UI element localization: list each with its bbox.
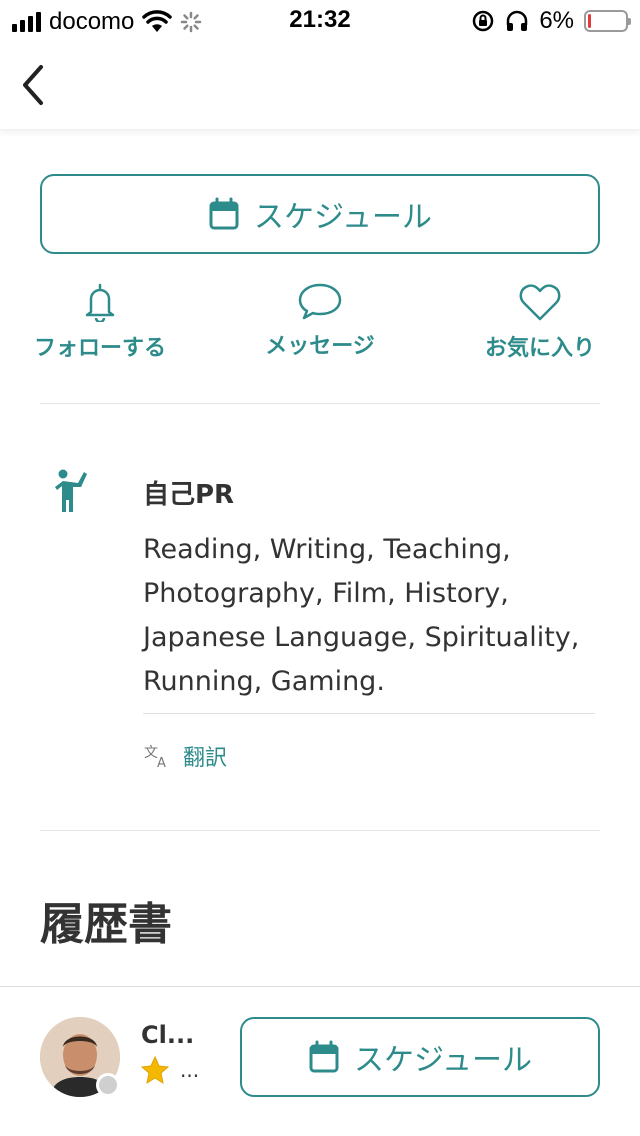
translate-button[interactable]: 文 A 翻訳 [143,740,227,772]
bell-icon [85,283,115,322]
navigation-bar [0,40,640,130]
bottom-schedule-button[interactable]: スケジュール [240,1017,600,1097]
battery-icon [584,10,631,32]
bottom-schedule-label: スケジュール [354,1043,532,1078]
bottom-bar: Cl... ... スケジュール [0,986,640,1136]
translate-icon: 文 A [144,745,166,769]
self-pr-body: Reading, Writing, Teaching, Photography,… [143,534,580,697]
chevron-left-icon [23,65,43,105]
resume-heading: 履歴書 [40,899,172,950]
battery-percent: 6% [539,7,574,34]
schedule-button-label: スケジュール [254,200,432,235]
follow-label: フォローする [33,336,166,361]
calendar-icon [309,1040,339,1073]
follow-button[interactable]: フォローする [0,282,200,362]
message-label: メッセージ [265,334,375,359]
battery-level-fill [588,14,591,28]
chat-bubble-icon [298,283,342,320]
svg-text:文: 文 [144,745,158,761]
section-divider [40,403,600,404]
status-right: 6% [471,7,631,35]
message-button[interactable]: メッセージ [220,282,420,360]
rating-text: ... [180,1058,200,1082]
calendar-icon [209,197,239,230]
translate-label: 翻訳 [183,746,228,771]
svg-text:A: A [157,756,166,769]
rotation-lock-icon [473,10,494,32]
status-bar: docomo 21:32 6% [0,0,640,40]
back-button[interactable] [10,60,54,110]
favorite-button[interactable]: お気に入り [440,282,640,362]
rating-row: ... [140,1055,199,1085]
star-icon [140,1055,170,1085]
self-pr-title: 自己PR [143,480,235,510]
self-pr-divider [143,713,595,714]
heart-icon [519,284,561,321]
section-divider [40,830,600,831]
tutor-name: Cl... [141,1021,195,1049]
headphones-icon [507,10,528,31]
schedule-button[interactable]: スケジュール [40,174,600,254]
person-waving-icon [52,468,88,518]
action-row: フォローする メッセージ お気に入り [0,282,640,372]
favorite-label: お気に入り [484,336,595,361]
online-status-dot [96,1073,120,1097]
